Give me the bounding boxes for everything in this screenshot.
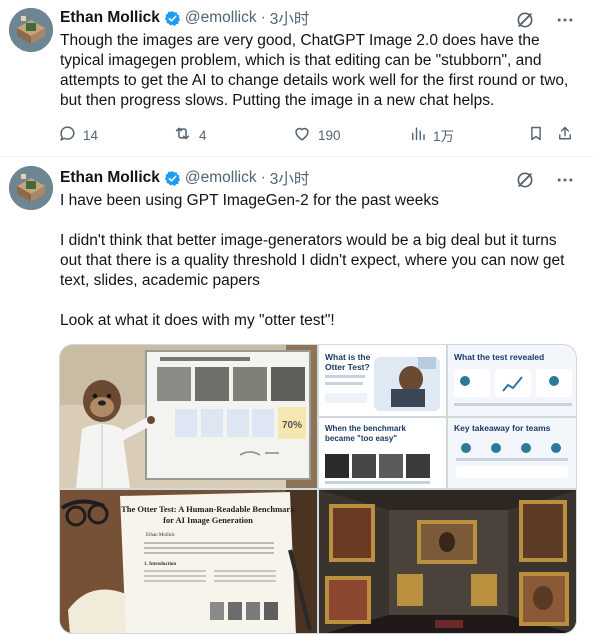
slide-takeaway[interactable]: Key takeaway for teams xyxy=(448,418,576,488)
separator-dot: · xyxy=(260,9,266,26)
author-handle[interactable]: @emollick xyxy=(185,169,257,187)
slide-otter-test[interactable]: What is the Otter Test? xyxy=(319,345,446,416)
author-name[interactable]: Ethan Mollick xyxy=(60,169,160,187)
slide-takeaway-title: Key takeaway for teams xyxy=(454,423,551,433)
bookmark-icon xyxy=(527,124,545,146)
slide-otter-test-title: What is the Otter Test? xyxy=(325,352,371,372)
reply-count: 14 xyxy=(83,127,99,143)
tweet[interactable]: Ethan Mollick @emollick · 3小时 Though the… xyxy=(0,0,593,157)
slide-test-revealed[interactable]: What the test revealed xyxy=(448,345,576,416)
tweet-text: I have been using GPT ImageGen-2 for the… xyxy=(60,192,565,329)
reply-button[interactable]: 14 xyxy=(58,124,98,146)
repost-count: 4 xyxy=(199,127,207,143)
svg-text:The Otter Test: A Human-Readab: The Otter Test: A Human-Readable Benchma… xyxy=(121,504,295,514)
tweet[interactable]: Ethan Mollick @emollick · 3小时 I have bee… xyxy=(0,157,593,636)
bookmark-button[interactable] xyxy=(527,124,545,146)
avatar[interactable] xyxy=(9,8,53,52)
svg-text:for AI Image Generation: for AI Image Generation xyxy=(163,515,253,525)
slide-benchmark-title: When the benchmark became "too easy" xyxy=(325,424,406,443)
author-name[interactable]: Ethan Mollick xyxy=(60,9,160,27)
media-grid: 70% What is the Otter Test? What the tes… xyxy=(59,344,577,634)
repost-icon xyxy=(172,124,193,146)
tweet-header: Ethan Mollick @emollick · 3小时 xyxy=(60,167,309,189)
avatar[interactable] xyxy=(9,166,53,210)
verified-badge-icon xyxy=(164,170,181,187)
share-button[interactable] xyxy=(556,124,574,146)
verified-badge-icon xyxy=(164,10,181,27)
action-bar: 14 4 190 1万 xyxy=(58,124,580,146)
otter-presentation-image[interactable]: 70% xyxy=(60,345,317,488)
views-icon xyxy=(409,124,427,146)
timestamp[interactable]: 3小时 xyxy=(270,167,310,189)
tweet-header: Ethan Mollick @emollick · 3小时 xyxy=(60,7,309,29)
views-count: 1万 xyxy=(433,129,455,144)
reply-icon xyxy=(58,124,77,146)
paper-section: 1. Introduction xyxy=(144,562,176,567)
paper-author: Ethan Mollick xyxy=(146,533,175,538)
views-button[interactable]: 1万 xyxy=(409,124,454,146)
share-icon xyxy=(556,124,574,146)
timestamp[interactable]: 3小时 xyxy=(270,7,310,29)
paper-image[interactable]: The Otter Test: A Human-Readable Benchma… xyxy=(60,490,317,633)
author-handle[interactable]: @emollick xyxy=(185,9,257,27)
separator-dot: · xyxy=(260,169,266,186)
tweet-text: Though the images are very good, ChatGPT… xyxy=(60,32,569,109)
repost-button[interactable]: 4 xyxy=(172,124,207,146)
like-icon xyxy=(292,124,312,146)
slide-benchmark[interactable]: When the benchmark became "too easy" xyxy=(319,418,446,488)
like-count: 190 xyxy=(318,127,341,143)
slide-revealed-title: What the test revealed xyxy=(454,352,544,362)
like-button[interactable]: 190 xyxy=(292,124,341,146)
comparison-result: 70% xyxy=(282,420,302,431)
gallery-image[interactable] xyxy=(319,490,576,633)
